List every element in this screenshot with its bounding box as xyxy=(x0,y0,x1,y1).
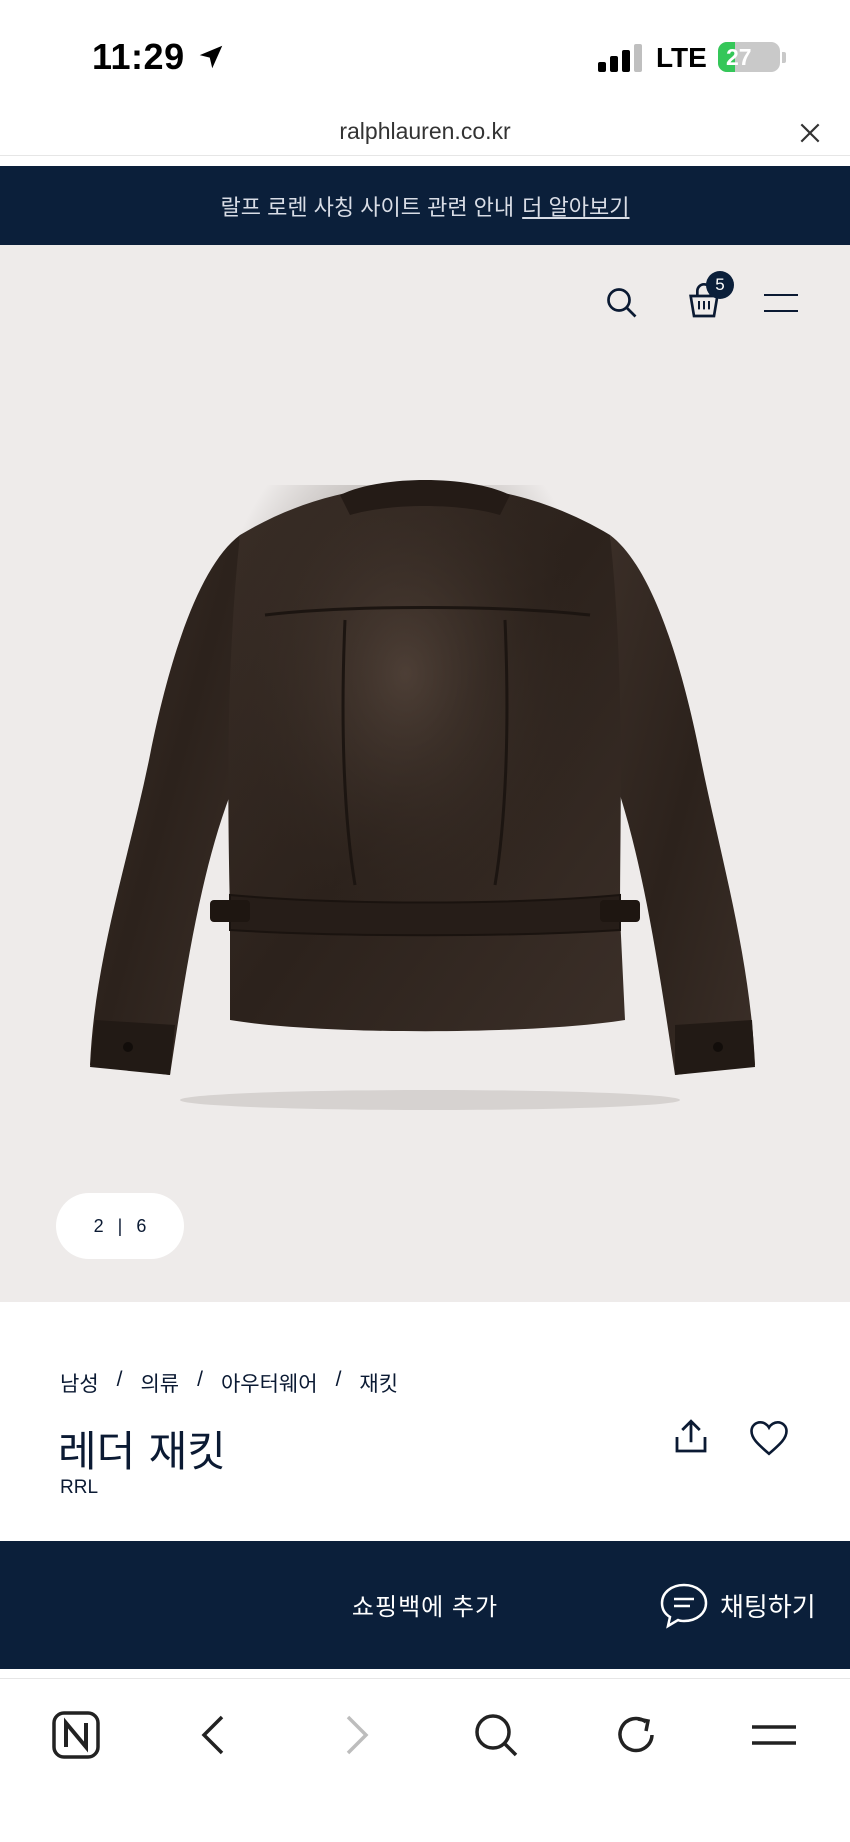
menu-icon[interactable] xyxy=(748,1709,800,1761)
refresh-icon[interactable] xyxy=(610,1709,662,1761)
battery-tip xyxy=(782,52,786,63)
breadcrumb: 남성 / 의류 / 아우터웨어 / 재킷 xyxy=(60,1368,398,1398)
product-image-leather-jacket[interactable] xyxy=(90,475,760,1115)
breadcrumb-item[interactable]: 재킷 xyxy=(359,1368,398,1398)
notice-banner: 랄프 로렌 사칭 사이트 관련 안내 더 알아보기 xyxy=(0,166,850,245)
chat-bubble-icon xyxy=(660,1583,708,1629)
product-title: 레더 재킷 xyxy=(58,1427,226,1476)
status-bar: 11:29 LTE 27 xyxy=(0,0,850,110)
pager-current: 2 xyxy=(93,1215,104,1236)
search-icon[interactable] xyxy=(470,1709,522,1761)
breadcrumb-item[interactable]: 아우터웨어 xyxy=(221,1368,318,1398)
status-time: 11:29 xyxy=(92,36,185,77)
chat-button[interactable]: 채팅하기 xyxy=(658,1575,816,1635)
banner-learn-more-link[interactable]: 더 알아보기 xyxy=(522,190,629,222)
location-arrow-icon xyxy=(199,45,223,69)
banner-text: 랄프 로렌 사칭 사이트 관련 안내 xyxy=(220,194,515,220)
share-icon[interactable] xyxy=(670,1416,712,1458)
signal-icon xyxy=(598,44,642,72)
browser-bottom-nav xyxy=(0,1678,850,1842)
hamburger-menu-icon[interactable] xyxy=(764,291,798,315)
product-gallery[interactable]: 5 2 | 6 xyxy=(0,245,850,1302)
back-icon[interactable] xyxy=(188,1709,240,1761)
battery-icon: 27 xyxy=(718,42,780,72)
url-bar[interactable]: ralphlauren.co.kr xyxy=(0,110,850,156)
breadcrumb-separator: / xyxy=(197,1368,203,1391)
network-type: LTE xyxy=(656,42,707,73)
site-header: 5 xyxy=(0,271,850,335)
n-home-icon[interactable] xyxy=(50,1709,102,1761)
pager-total: 6 xyxy=(136,1215,147,1236)
breadcrumb-item[interactable]: 남성 xyxy=(60,1368,99,1398)
url-text[interactable]: ralphlauren.co.kr xyxy=(0,118,850,145)
add-to-bag-button[interactable]: 쇼핑백에 추가 채팅하기 xyxy=(0,1541,850,1669)
wishlist-heart-icon[interactable] xyxy=(748,1418,790,1458)
chat-label: 채팅하기 xyxy=(720,1591,816,1622)
product-brand[interactable]: RRL xyxy=(60,1477,98,1499)
cart-count-badge: 5 xyxy=(706,271,734,299)
gallery-pager: 2 | 6 xyxy=(56,1193,184,1259)
close-icon[interactable] xyxy=(797,120,823,146)
breadcrumb-item[interactable]: 의류 xyxy=(140,1368,179,1398)
forward-icon[interactable] xyxy=(330,1709,382,1761)
battery-level: 27 xyxy=(726,44,752,70)
breadcrumb-separator: / xyxy=(335,1368,342,1391)
breadcrumb-separator: / xyxy=(116,1368,123,1391)
pager-separator: | xyxy=(117,1215,123,1236)
search-icon[interactable] xyxy=(604,285,640,321)
